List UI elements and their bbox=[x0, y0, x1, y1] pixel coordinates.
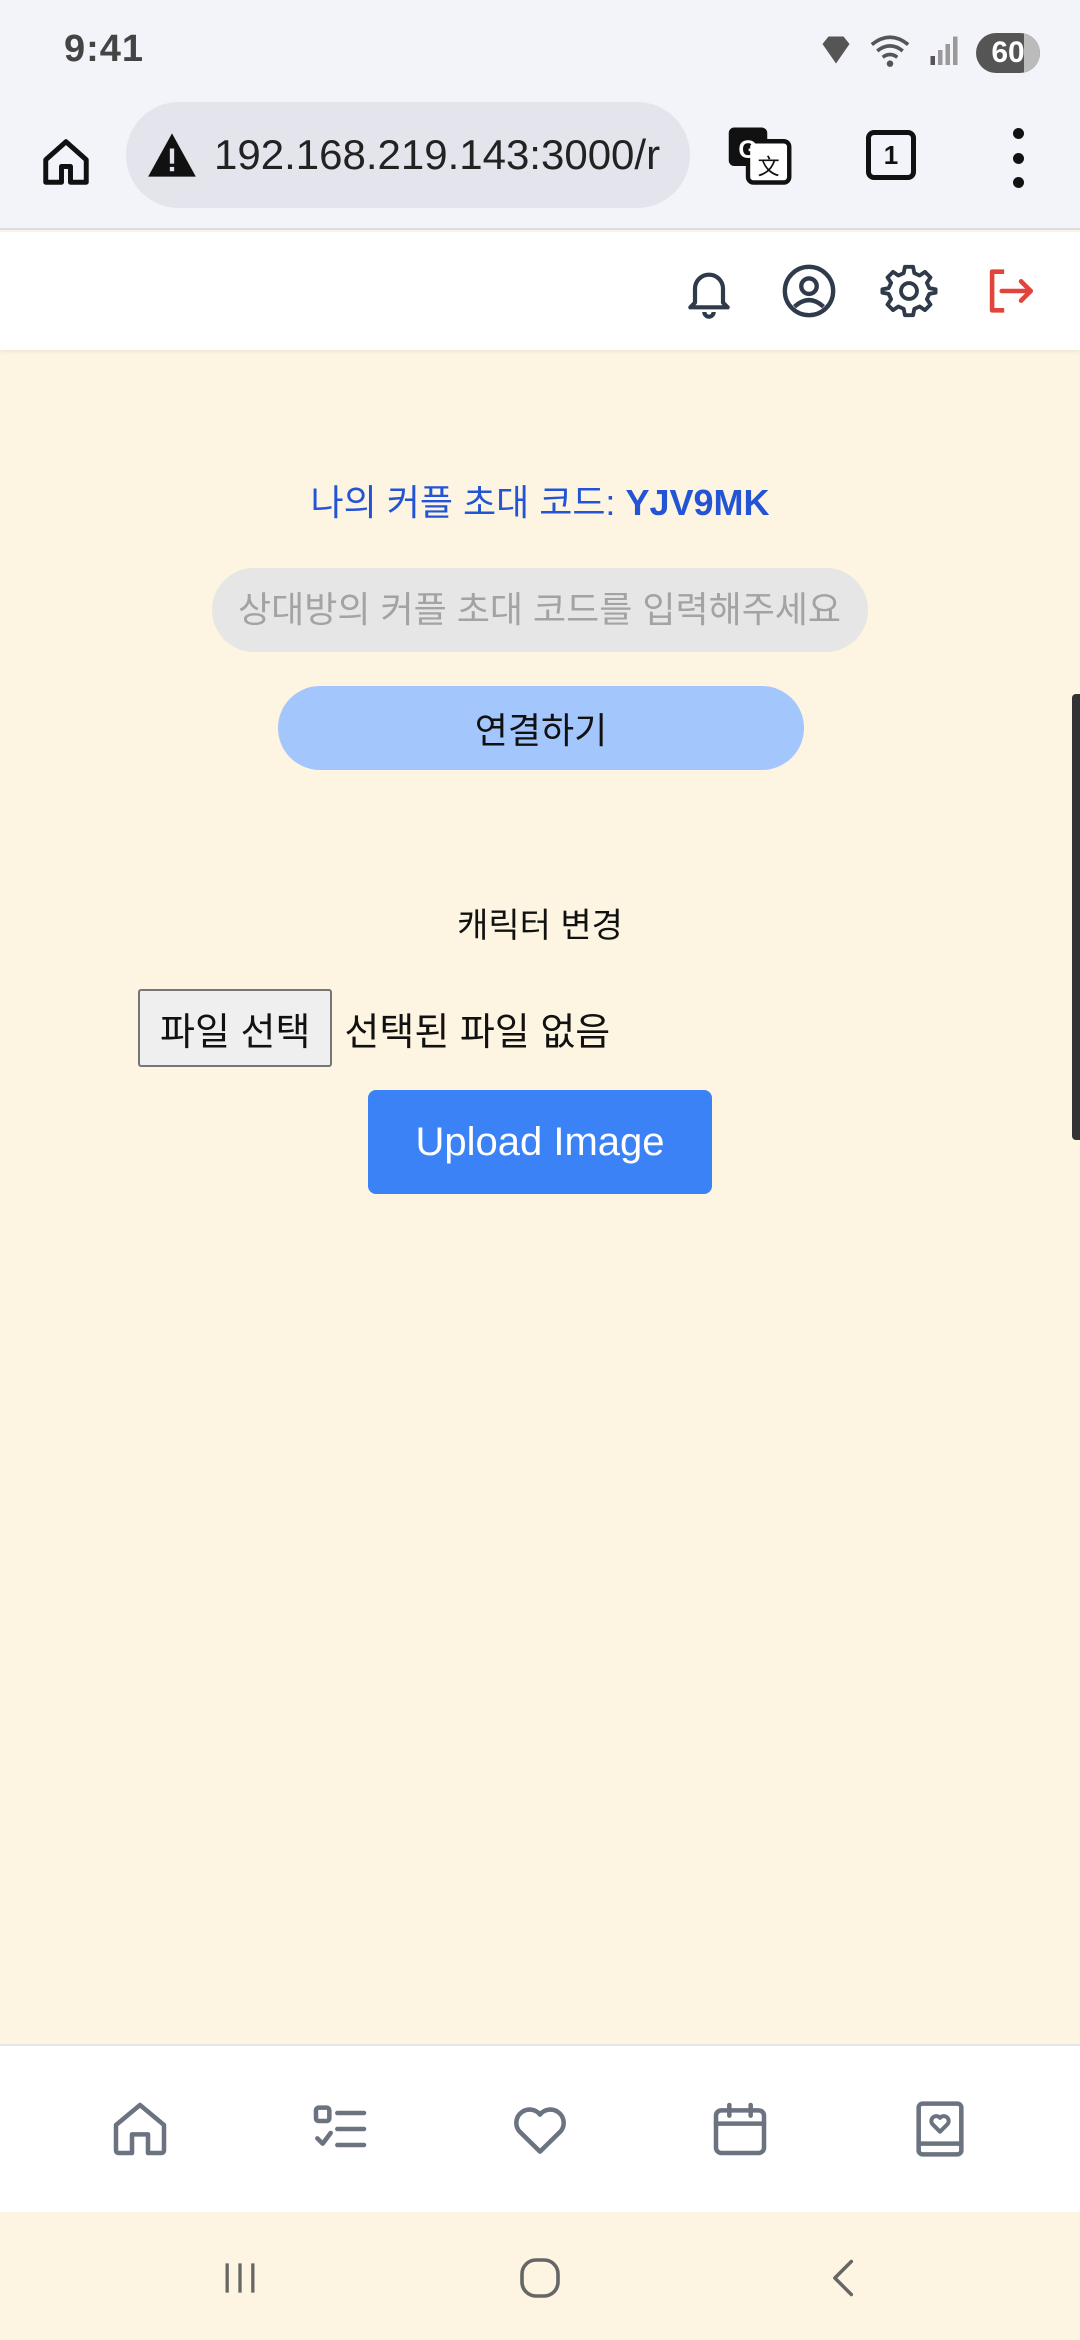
bottom-nav bbox=[0, 2044, 1080, 2212]
battery-icon: 60 bbox=[976, 32, 1040, 73]
home-circle-icon bbox=[520, 2258, 560, 2298]
home-icon bbox=[113, 2102, 167, 2156]
file-picker: 파일 선택 선택된 파일 없음 bbox=[138, 988, 610, 1068]
file-status-text: 선택된 파일 없음 bbox=[344, 1011, 611, 1054]
home-icon bbox=[43, 139, 89, 185]
url-text: 192.168.219.143:3000/r bbox=[214, 131, 661, 178]
app-header bbox=[0, 232, 1080, 350]
partner-code-input[interactable] bbox=[212, 568, 868, 652]
invite-code-label: 나의 커플 초대 코드: bbox=[310, 482, 626, 523]
menu-dot bbox=[1012, 152, 1024, 164]
character-change-title: 캐릭터 변경 bbox=[457, 907, 623, 945]
tab-count: 1 bbox=[883, 139, 899, 170]
nav-calendar[interactable] bbox=[704, 2093, 776, 2165]
warning-icon bbox=[148, 133, 196, 177]
menu-dot bbox=[1012, 177, 1024, 188]
profile-icon bbox=[782, 264, 836, 318]
notifications-button[interactable] bbox=[680, 262, 738, 320]
scrollbar[interactable] bbox=[1072, 694, 1080, 1140]
back-button[interactable] bbox=[814, 2250, 874, 2306]
logout-button[interactable] bbox=[980, 262, 1038, 320]
settings-button[interactable] bbox=[880, 262, 938, 320]
choose-file-button[interactable]: 파일 선택 bbox=[138, 989, 333, 1067]
cell-signal-icon bbox=[926, 32, 962, 73]
menu-dot bbox=[1012, 128, 1024, 139]
browser-home-button[interactable] bbox=[34, 130, 98, 194]
svg-text:文: 文 bbox=[758, 155, 780, 180]
status-icons: 60 bbox=[818, 30, 1040, 75]
calendar-icon bbox=[713, 2102, 767, 2156]
back-icon bbox=[833, 2259, 854, 2297]
browser-menu-button[interactable] bbox=[1000, 128, 1036, 188]
tab-switcher-button[interactable]: 1 bbox=[866, 130, 916, 180]
settings-icon bbox=[880, 264, 938, 318]
nav-home[interactable] bbox=[104, 2093, 176, 2165]
system-nav-bar bbox=[0, 2212, 1080, 2340]
diary-icon bbox=[916, 2101, 964, 2157]
translate-button[interactable]: G 文 bbox=[726, 122, 792, 188]
connect-button[interactable]: 연결하기 bbox=[278, 686, 804, 770]
nav-heart[interactable] bbox=[504, 2093, 576, 2165]
recent-apps-button[interactable] bbox=[210, 2250, 270, 2306]
heart-icon bbox=[514, 2107, 566, 2154]
checklist-icon bbox=[313, 2105, 367, 2148]
browser-toolbar: 192.168.219.143:3000/r G 文 1 bbox=[0, 100, 1080, 230]
bell-icon bbox=[688, 272, 730, 319]
upload-image-button[interactable]: Upload Image bbox=[368, 1090, 712, 1194]
translate-icon: G 文 bbox=[728, 127, 792, 185]
wifi-icon bbox=[868, 30, 912, 75]
logout-icon bbox=[989, 269, 1034, 313]
nav-checklist[interactable] bbox=[304, 2093, 376, 2165]
status-time: 9:41 bbox=[64, 28, 145, 70]
invite-code-line: 나의 커플 초대 코드: YJV9MK bbox=[0, 474, 1080, 526]
recent-apps-icon bbox=[225, 2263, 255, 2293]
address-bar[interactable]: 192.168.219.143:3000/r bbox=[126, 102, 690, 208]
svg-text:G: G bbox=[738, 137, 757, 164]
signal-diamond-icon bbox=[818, 32, 854, 73]
home-nav-button[interactable] bbox=[510, 2250, 570, 2306]
profile-button[interactable] bbox=[780, 262, 838, 320]
status-bar: 9:41 60 bbox=[0, 0, 1080, 100]
nav-diary[interactable] bbox=[904, 2093, 976, 2165]
invite-code-value: YJV9MK bbox=[625, 482, 770, 523]
